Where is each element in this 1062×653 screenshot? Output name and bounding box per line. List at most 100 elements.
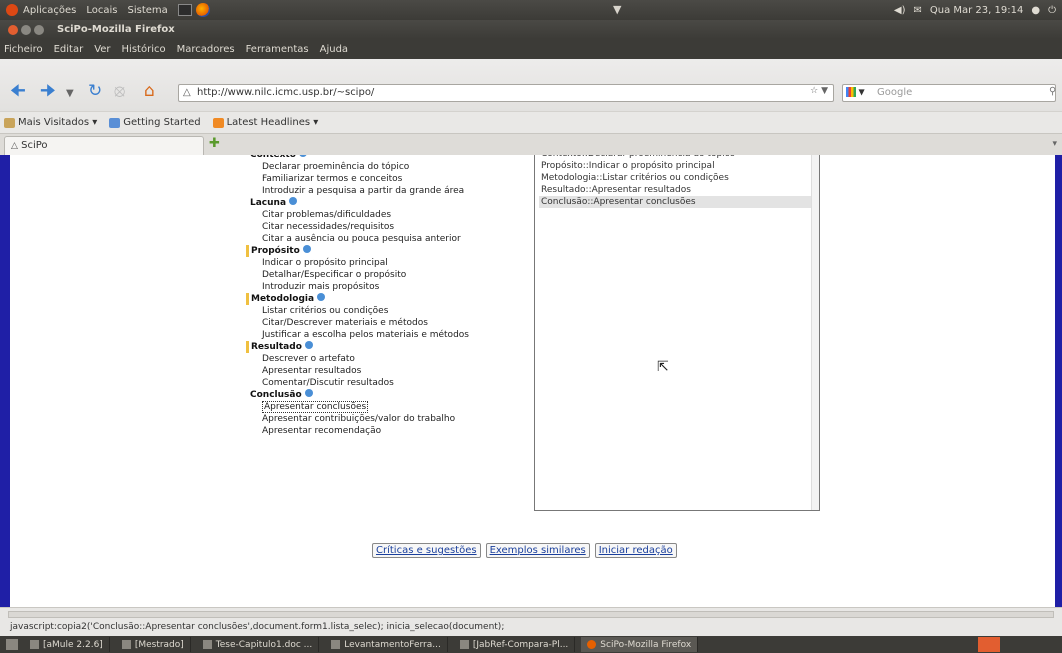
tree-item[interactable]: Declarar proeminência do tópico xyxy=(246,161,469,173)
help-icon[interactable] xyxy=(304,341,313,349)
stop-button[interactable]: ⦻ xyxy=(114,83,125,100)
tree-item[interactable]: Citar/Descrever materiais e métodos xyxy=(246,317,469,329)
taskbar-item[interactable]: SciPo-Mozilla Firefox xyxy=(581,637,699,652)
help-icon[interactable] xyxy=(317,293,326,301)
forward-button[interactable]: 🠊 xyxy=(40,83,56,100)
tree-item-label: Declarar proeminência do tópico xyxy=(262,162,410,172)
network-icon[interactable]: ▼ xyxy=(613,3,621,16)
tree-item[interactable]: Apresentar recomendação xyxy=(246,425,469,437)
menu-ver[interactable]: Ver xyxy=(94,44,110,55)
help-icon[interactable] xyxy=(304,389,313,397)
history-dropdown-icon[interactable]: ▼ xyxy=(66,85,74,102)
taskbar-item[interactable]: [JabRef-Compara-Pl... xyxy=(454,637,576,652)
tree-item[interactable]: Introduzir mais propósitos xyxy=(246,281,469,293)
bookmark-latest-headlines[interactable]: Latest Headlines ▾ xyxy=(212,117,318,128)
taskbar-item-label: Tese-Capitulo1.doc ... xyxy=(215,639,313,650)
window-title: SciPo-Mozilla Firefox xyxy=(57,24,175,35)
search-input[interactable]: ▼ Google xyxy=(842,84,1056,102)
tree-item[interactable]: Apresentar resultados xyxy=(246,365,469,377)
menu-marcadores[interactable]: Marcadores xyxy=(177,44,235,55)
menu-ajuda[interactable]: Ajuda xyxy=(320,44,348,55)
tree-item[interactable]: Indicar o propósito principal xyxy=(246,257,469,269)
home-button[interactable]: ⌂ xyxy=(144,83,155,100)
menu-ficheiro[interactable]: Ficheiro xyxy=(4,44,43,55)
taskbar-item[interactable]: LevantamentoFerra... xyxy=(325,637,448,652)
panel-menu-aplicacoes[interactable]: Aplicações xyxy=(23,5,76,16)
tab-scipo[interactable]: △ SciPo xyxy=(4,136,204,156)
list-item[interactable]: Conclusão::Apresentar conclusões xyxy=(539,196,815,208)
new-tab-button[interactable]: ✚ xyxy=(209,136,220,151)
help-icon[interactable] xyxy=(289,197,298,205)
url-dropdown-icon[interactable]: ☆ ▼ xyxy=(810,86,828,96)
show-desktop-icon[interactable] xyxy=(6,639,18,650)
volume-icon[interactable]: ◀) xyxy=(894,5,906,16)
url-bar[interactable]: △ http://www.nilc.icmc.usp.br/~scipo/ ☆ … xyxy=(178,84,834,102)
url-text[interactable]: http://www.nilc.icmc.usp.br/~scipo/ xyxy=(197,87,374,98)
trash-icon[interactable] xyxy=(978,637,1000,652)
move-tree: Contexto Declarar proeminência do tópico F… xyxy=(246,155,469,437)
back-button[interactable]: 🠈 xyxy=(10,83,26,100)
horizontal-scrollbar[interactable] xyxy=(8,611,1054,618)
tree-item[interactable]: Familiarizar termos e conceitos xyxy=(246,173,469,185)
help-icon[interactable] xyxy=(298,155,307,157)
panel-menu-locais[interactable]: Locais xyxy=(86,5,117,16)
tree-item[interactable]: Detalhar/Especificar o propósito xyxy=(246,269,469,281)
tree-item[interactable]: Listar critérios ou condições xyxy=(246,305,469,317)
tree-item[interactable]: Citar problemas/dificuldades xyxy=(246,209,469,221)
maximize-window-icon[interactable] xyxy=(34,24,44,35)
taskbar-item[interactable]: Tese-Capitulo1.doc ... xyxy=(197,637,320,652)
tree-item[interactable]: Comentar/Discutir resultados xyxy=(246,377,469,389)
selected-moves-list[interactable]: Contexto::Declarar proeminência do tópic… xyxy=(534,155,820,511)
list-item[interactable]: Resultado::Apresentar resultados xyxy=(539,184,815,196)
menu-editar[interactable]: Editar xyxy=(54,44,84,55)
iniciar-redacao-button[interactable]: Iniciar redação xyxy=(594,543,677,558)
tree-item[interactable]: Apresentar contribuições/valor do trabal… xyxy=(246,413,469,425)
tree-item-label: Justificar a escolha pelos materiais e m… xyxy=(262,330,469,340)
search-engine-icon[interactable]: ▼ xyxy=(846,87,872,99)
help-icon[interactable] xyxy=(302,245,311,253)
minimize-window-icon[interactable] xyxy=(21,24,31,35)
list-item[interactable]: Propósito::Indicar o propósito principal xyxy=(539,160,815,172)
power-icon[interactable]: ⏻ xyxy=(1048,5,1056,16)
tree-item[interactable]: Introduzir a pesquisa a partir da grande… xyxy=(246,185,469,197)
page-icon: △ xyxy=(183,87,191,98)
exemplos-similares-button[interactable]: Exemplos similares xyxy=(485,543,590,558)
search-magnifier-icon[interactable]: ⚲ xyxy=(1049,86,1056,97)
taskbar-item[interactable]: [Mestrado] xyxy=(116,637,191,652)
top-panel: Aplicações Locais Sistema ▼ ◀) ✉ Qua Mar… xyxy=(0,0,1062,20)
tree-item[interactable]: Justificar a escolha pelos materiais e m… xyxy=(246,329,469,341)
bookmark-getting-started[interactable]: Getting Started xyxy=(109,117,201,128)
reload-button[interactable]: ↻ xyxy=(88,83,102,100)
status-icon[interactable]: ● xyxy=(1031,5,1040,16)
tree-item[interactable]: Apresentar conclusões xyxy=(246,401,469,413)
menu-ferramentas[interactable]: Ferramentas xyxy=(246,44,309,55)
firefox-launcher-icon[interactable] xyxy=(195,3,210,17)
page-content: Contexto Declarar proeminência do tópico F… xyxy=(0,155,1062,607)
tree-section-label: Metodologia xyxy=(251,294,315,304)
panel-menu-sistema[interactable]: Sistema xyxy=(128,5,168,16)
tree-item-label: Apresentar recomendação xyxy=(262,426,382,436)
clock[interactable]: Qua Mar 23, 19:14 xyxy=(930,5,1023,16)
terminal-launcher-icon[interactable] xyxy=(177,4,192,16)
rss-icon xyxy=(212,117,224,128)
tab-bar: △ SciPo ✚ ▾ xyxy=(0,133,1062,156)
bookmark-mais-visitados[interactable]: Mais Visitados ▾ xyxy=(4,117,97,128)
tab-list-icon[interactable]: ▾ xyxy=(1052,139,1057,149)
tree-item-label: Descrever o artefato xyxy=(262,354,355,364)
page-right-border xyxy=(1055,155,1062,607)
app-icon xyxy=(459,640,469,649)
mail-icon[interactable]: ✉ xyxy=(913,5,921,16)
taskbar-item[interactable]: [aMule 2.2.6] xyxy=(24,637,110,652)
criticas-sugestoes-button[interactable]: Críticas e sugestões xyxy=(372,543,481,558)
firefox-bookmark-icon xyxy=(109,117,121,128)
close-window-icon[interactable] xyxy=(8,24,18,35)
tree-item[interactable]: Citar a ausência ou pouca pesquisa anter… xyxy=(246,233,469,245)
ubuntu-logo-icon[interactable] xyxy=(6,4,18,16)
list-item[interactable]: Metodologia::Listar critérios ou condiçõ… xyxy=(539,172,815,184)
list-scrollbar[interactable] xyxy=(811,155,819,510)
menu-historico[interactable]: Histórico xyxy=(122,44,166,55)
tree-item-label: Apresentar conclusões xyxy=(262,401,369,413)
tree-section: Metodologia xyxy=(246,293,469,305)
tree-item[interactable]: Descrever o artefato xyxy=(246,353,469,365)
tree-item[interactable]: Citar necessidades/requisitos xyxy=(246,221,469,233)
